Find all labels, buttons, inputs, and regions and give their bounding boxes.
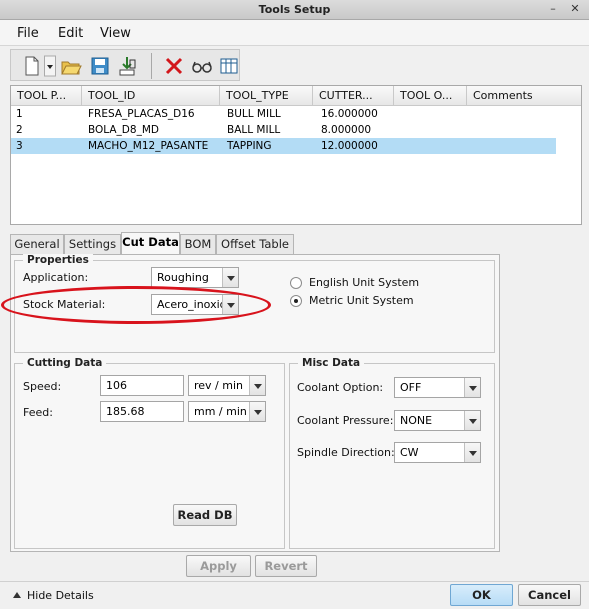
row-cell: TAPPING	[227, 140, 272, 152]
column-header-cutter[interactable]: CUTTER...	[313, 86, 394, 106]
column-header-comments[interactable]: Comments	[467, 86, 581, 106]
table-icon[interactable]	[218, 55, 240, 77]
properties-legend: Properties	[23, 254, 93, 266]
chevron-down-icon	[222, 268, 238, 287]
delete-icon[interactable]	[163, 55, 185, 77]
row-cell: 1	[16, 108, 23, 120]
menu-edit[interactable]: Edit	[58, 26, 83, 41]
coolant-pressure-label: Coolant Pressure:	[297, 414, 394, 427]
revert-button[interactable]: Revert	[255, 555, 317, 577]
row-cell: 2	[16, 124, 23, 136]
dropdown-arrow-icon[interactable]	[44, 55, 56, 77]
tab-offset-table[interactable]: Offset Table	[216, 234, 294, 254]
coolant-option-label: Coolant Option:	[297, 381, 384, 394]
feed-unit-value: mm / min	[194, 405, 247, 418]
tab-settings[interactable]: Settings	[64, 234, 121, 254]
metric-unit-label: Metric Unit System	[309, 294, 414, 307]
chevron-down-icon	[464, 378, 480, 397]
row-cell: 8.000000	[321, 124, 372, 136]
chevron-down-icon	[464, 411, 480, 430]
chevron-down-icon	[222, 295, 238, 314]
feed-label: Feed:	[23, 406, 53, 419]
read-db-button[interactable]: Read DB	[173, 504, 237, 526]
ok-button[interactable]: OK	[450, 584, 513, 606]
save-icon[interactable]	[89, 55, 111, 77]
english-unit-radio[interactable]	[290, 277, 302, 289]
coolant-option-value: OFF	[400, 381, 422, 394]
column-header-tool-id[interactable]: TOOL_ID	[82, 86, 220, 106]
table-row-selected[interactable]: 3 MACHO_M12_PASANTE TAPPING 12.000000	[11, 138, 556, 154]
coolant-option-select[interactable]: OFF	[394, 377, 481, 398]
coolant-pressure-value: NONE	[400, 414, 433, 427]
chevron-down-icon	[464, 443, 480, 462]
stock-material-value: Acero_inoxid	[157, 298, 222, 311]
table-row[interactable]: 2 BOLA_D8_MD BALL MILL 8.000000	[11, 122, 556, 138]
speed-input[interactable]: 106	[100, 375, 184, 396]
row-cell: FRESA_PLACAS_D16	[88, 108, 195, 120]
application-value: Roughing	[157, 271, 209, 284]
speed-unit-value: rev / min	[194, 379, 244, 392]
window-title: Tools Setup	[258, 3, 331, 16]
cutting-data-legend: Cutting Data	[23, 357, 107, 369]
english-unit-label: English Unit System	[309, 276, 420, 289]
open-folder-icon[interactable]	[60, 55, 82, 77]
new-file-icon[interactable]	[21, 55, 43, 77]
tab-general[interactable]: General	[10, 234, 64, 254]
minimize-icon[interactable]: –	[545, 2, 561, 17]
glasses-icon[interactable]	[191, 55, 213, 77]
application-select[interactable]: Roughing	[151, 267, 239, 288]
toolbar	[10, 49, 240, 81]
metric-unit-radio[interactable]	[290, 295, 302, 307]
import-icon[interactable]	[116, 55, 138, 77]
feed-input[interactable]: 185.68	[100, 401, 184, 422]
column-header-tool-type[interactable]: TOOL_TYPE	[220, 86, 313, 106]
tab-bom[interactable]: BOM	[180, 234, 216, 254]
chevron-down-icon	[249, 402, 265, 421]
row-cell: BALL MILL	[227, 124, 281, 136]
menu-view[interactable]: View	[100, 26, 131, 41]
tab-cut-data[interactable]: Cut Data	[121, 232, 180, 255]
row-cell: 3	[16, 140, 23, 152]
row-cell: 16.000000	[321, 108, 378, 120]
row-cell: BULL MILL	[227, 108, 281, 120]
column-header-tool-position[interactable]: TOOL P...	[11, 86, 82, 106]
feed-unit-select[interactable]: mm / min	[188, 401, 266, 422]
row-cell: BOLA_D8_MD	[88, 124, 159, 136]
column-header-tool-offset[interactable]: TOOL O...	[394, 86, 467, 106]
tools-table: TOOL P... TOOL_ID TOOL_TYPE CUTTER... TO…	[10, 85, 582, 225]
hide-details-link[interactable]: Hide Details	[27, 589, 94, 602]
apply-button[interactable]: Apply	[186, 555, 251, 577]
stock-material-label: Stock Material:	[23, 298, 106, 311]
row-cell: MACHO_M12_PASANTE	[88, 140, 209, 152]
coolant-pressure-select[interactable]: NONE	[394, 410, 481, 431]
application-label: Application:	[23, 271, 89, 284]
row-cell: 12.000000	[321, 140, 378, 152]
collapse-arrow-icon[interactable]	[12, 590, 22, 600]
menu-bar: File Edit View	[0, 20, 589, 46]
title-bar: Tools Setup – ✕	[0, 0, 589, 20]
speed-label: Speed:	[23, 380, 62, 393]
spindle-direction-select[interactable]: CW	[394, 442, 481, 463]
cancel-button[interactable]: Cancel	[518, 584, 581, 606]
spindle-direction-label: Spindle Direction:	[297, 446, 395, 459]
menu-file[interactable]: File	[17, 26, 39, 41]
spindle-direction-value: CW	[400, 446, 419, 459]
chevron-down-icon	[249, 376, 265, 395]
toolbar-separator	[151, 53, 152, 79]
misc-data-legend: Misc Data	[298, 357, 365, 369]
close-icon[interactable]: ✕	[567, 2, 583, 17]
table-row[interactable]: 1 FRESA_PLACAS_D16 BULL MILL 16.000000	[11, 106, 556, 122]
footer-divider	[0, 581, 589, 582]
speed-unit-select[interactable]: rev / min	[188, 375, 266, 396]
stock-material-select[interactable]: Acero_inoxid	[151, 294, 239, 315]
